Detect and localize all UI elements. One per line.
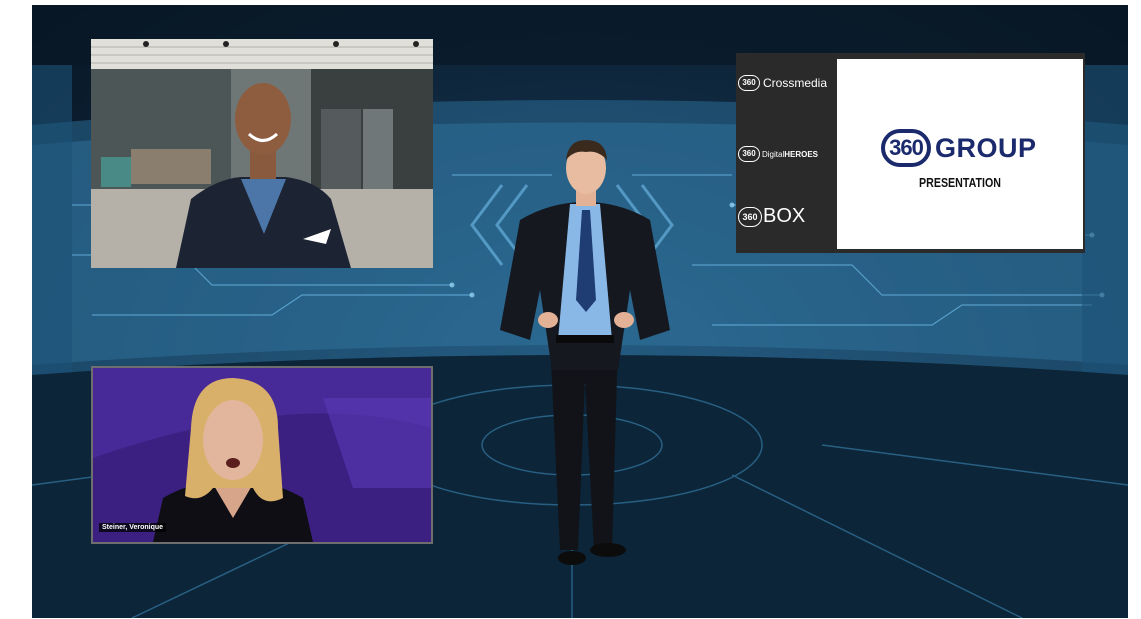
group-logo: 360 GROUP <box>881 129 1037 167</box>
participant-name-caption: Steiner, Veronique <box>99 523 167 532</box>
presentation-subtitle: PRESENTATION <box>919 175 1001 190</box>
slide-content-area: 360 GROUP PRESENTATION <box>837 59 1083 249</box>
crossmedia-label: Crossmedia <box>763 76 828 90</box>
box-logo: 360 BOX <box>738 205 805 228</box>
presentation-slide[interactable]: 360 Crossmedia 360 Digital HEROES 360 BO… <box>736 53 1085 253</box>
host-video-feed <box>91 39 433 268</box>
brand-logo-column: 360 Crossmedia 360 Digital HEROES 360 BO… <box>736 53 835 253</box>
badge-360-icon: 360 <box>738 75 760 91</box>
box-label: BOX <box>763 205 806 227</box>
host-video-tile[interactable] <box>91 39 433 268</box>
digital-heroes-logo: 360 Digital HEROES <box>738 146 818 162</box>
guest-video-tile[interactable]: Steiner, Veronique <box>91 366 433 544</box>
badge-360-icon: 360 <box>738 206 762 227</box>
badge-360-icon: 360 <box>738 146 760 162</box>
heroes-label: HEROES <box>784 149 819 159</box>
guest-video-feed <box>93 368 431 542</box>
digital-label: Digital <box>762 149 785 159</box>
presenter-figure <box>490 140 680 585</box>
presenter-image <box>500 140 670 565</box>
group-wordmark: GROUP <box>935 132 1037 163</box>
group-360-badge-icon: 360 <box>881 129 931 167</box>
crossmedia-logo: 360 Crossmedia <box>738 75 827 91</box>
